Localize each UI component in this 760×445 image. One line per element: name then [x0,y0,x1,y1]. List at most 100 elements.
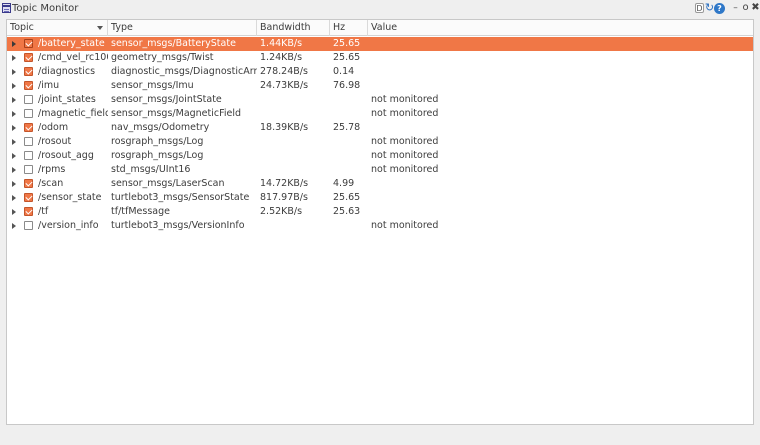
sort-descending-icon[interactable] [97,26,103,30]
window-title: Topic Monitor [12,3,79,14]
title-bar: Topic Monitor D ↻ ? – o ✖ [0,0,760,18]
table-row[interactable]: /sensor_state turtlebot3_msgs/SensorState… [7,191,753,205]
bandwidth-cell: 1.24KB/s [260,52,303,63]
status-bar [0,428,760,445]
column-header-value[interactable]: Value [368,20,753,36]
type-cell: sensor_msgs/LaserScan [111,178,225,189]
table-row[interactable]: /rpms std_msgs/UInt16 not monitored [7,163,753,177]
table-row[interactable]: /rosout_agg rosgraph_msgs/Log not monitore… [7,149,753,163]
value-cell [371,121,751,135]
bandwidth-cell: 278.24B/s [260,66,308,77]
expand-arrow-icon[interactable] [12,111,16,117]
table-row[interactable]: /magnetic_field sensor_msgs/MagneticField… [7,107,753,121]
hz-cell: 0.14 [333,66,355,77]
table-row[interactable]: /rosout rosgraph_msgs/Log not monitored [7,135,753,149]
topic-cell: /imu [38,80,60,91]
monitor-checkbox[interactable] [24,193,33,202]
table-row[interactable]: /diagnostics diagnostic_msgs/DiagnosticAr… [7,65,753,79]
topic-cell: /battery_state [38,38,105,49]
expand-arrow-icon[interactable] [12,223,16,229]
column-header-type-label: Type [111,22,133,33]
bandwidth-cell: 18.39KB/s [260,122,309,133]
expand-arrow-icon[interactable] [12,153,16,159]
hz-cell [333,163,368,177]
bandwidth-cell: 1.44KB/s [260,38,303,49]
column-header-bandwidth[interactable]: Bandwidth [257,20,330,36]
topic-cell: /magnetic_field [38,108,108,119]
topic-cell: /diagnostics [38,66,96,77]
expand-arrow-icon[interactable] [12,125,16,131]
tree-header: Topic Type Bandwidth Hz Value [7,20,753,36]
column-header-bandwidth-label: Bandwidth [260,22,311,33]
value-cell: not monitored [371,108,439,119]
table-row[interactable]: /joint_states sensor_msgs/JointState not m… [7,93,753,107]
table-row[interactable]: /odom nav_msgs/Odometry 18.39KB/s 25.78 [7,121,753,135]
value-cell: not monitored [371,94,439,105]
bandwidth-cell: 2.52KB/s [260,206,303,217]
type-cell: sensor_msgs/BatteryState [111,38,236,49]
topic-cell: /sensor_state [38,192,102,203]
monitor-checkbox[interactable] [24,165,33,174]
topic-cell: /tf [38,206,49,217]
expand-arrow-icon[interactable] [12,69,16,75]
expand-arrow-icon[interactable] [12,55,16,61]
type-cell: turtlebot3_msgs/VersionInfo [111,220,245,231]
hz-cell [333,107,368,121]
table-row[interactable]: /battery_state sensor_msgs/BatteryState 1.… [7,37,753,51]
close-icon[interactable]: ✖ [750,2,760,14]
expand-arrow-icon[interactable] [12,41,16,47]
table-row[interactable]: /version_info turtlebot3_msgs/VersionInfo… [7,219,753,233]
table-row[interactable]: /tf tf/tfMessage 2.52KB/s 25.63 [7,205,753,219]
column-header-value-label: Value [371,22,398,33]
expand-arrow-icon[interactable] [12,181,16,187]
topic-rows: /battery_state sensor_msgs/BatteryState 1.… [7,37,753,233]
topic-tree[interactable]: Topic Type Bandwidth Hz Value /battery_s… [6,19,754,425]
value-cell: not monitored [371,150,439,161]
column-header-topic[interactable]: Topic [7,20,108,36]
value-cell [371,205,751,219]
hz-cell [333,135,368,149]
expand-arrow-icon[interactable] [12,209,16,215]
monitor-checkbox[interactable] [24,179,33,188]
monitor-checkbox[interactable] [24,123,33,132]
column-header-type[interactable]: Type [108,20,257,36]
expand-arrow-icon[interactable] [12,83,16,89]
type-cell: rosgraph_msgs/Log [111,150,204,161]
monitor-checkbox[interactable] [24,81,33,90]
expand-arrow-icon[interactable] [12,139,16,145]
bandwidth-cell [260,135,330,149]
monitor-checkbox[interactable] [24,39,33,48]
expand-arrow-icon[interactable] [12,97,16,103]
monitor-checkbox[interactable] [24,207,33,216]
topic-cell: /scan [38,178,64,189]
hz-cell: 25.65 [333,38,361,49]
bandwidth-cell [260,107,330,121]
value-cell: not monitored [371,164,439,175]
hz-cell [333,149,368,163]
column-header-topic-label: Topic [10,22,34,33]
topic-cell: /version_info [38,220,99,231]
monitor-checkbox[interactable] [24,67,33,76]
monitor-checkbox[interactable] [24,221,33,230]
type-cell: sensor_msgs/MagneticField [111,108,242,119]
dock-d-icon[interactable]: D [695,3,704,13]
expand-arrow-icon[interactable] [12,167,16,173]
table-row[interactable]: /cmd_vel_rc100 geometry_msgs/Twist 1.24KB/… [7,51,753,65]
value-cell [371,191,751,205]
table-row[interactable]: /imu sensor_msgs/Imu 24.73KB/s 76.98 [7,79,753,93]
monitor-checkbox[interactable] [24,53,33,62]
table-row[interactable]: /scan sensor_msgs/LaserScan 14.72KB/s 4.99 [7,177,753,191]
expand-arrow-icon[interactable] [12,195,16,201]
type-cell: nav_msgs/Odometry [111,122,210,133]
hz-cell: 76.98 [333,80,361,91]
bandwidth-cell: 24.73KB/s [260,80,309,91]
monitor-checkbox[interactable] [24,137,33,146]
help-icon[interactable]: ? [714,3,725,14]
monitor-checkbox[interactable] [24,151,33,160]
type-cell: diagnostic_msgs/DiagnosticArray [111,66,257,77]
type-cell: turtlebot3_msgs/SensorState [111,192,250,203]
topic-cell: /joint_states [38,94,96,105]
monitor-checkbox[interactable] [24,95,33,104]
column-header-hz[interactable]: Hz [330,20,368,36]
monitor-checkbox[interactable] [24,109,33,118]
